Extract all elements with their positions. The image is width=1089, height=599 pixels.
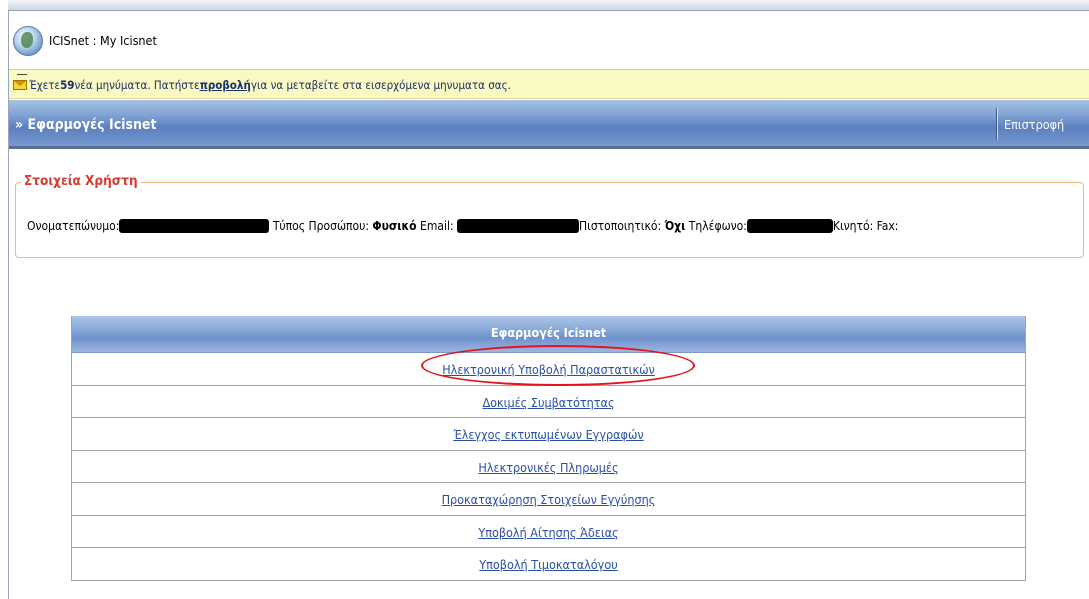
person-type-value: Φυσικό: [372, 219, 417, 233]
applications-table-header: Εφαρμογές Icisnet: [72, 316, 1025, 353]
app-link-guarantee-preregistration[interactable]: Προκαταχώρηση Στοιχείων Εγγύησης: [442, 492, 656, 507]
redacted-email: [457, 219, 580, 233]
back-button[interactable]: Επιστροφή: [1004, 117, 1064, 132]
certificate-value: Όχι: [664, 219, 686, 233]
mobile-label: Κινητό:: [832, 219, 874, 233]
table-row: Ηλεκτρονικές Πληρωμές: [72, 451, 1025, 483]
email-label: Email:: [420, 219, 454, 233]
table-row: Υποβολή Τιμοκαταλόγου: [72, 548, 1025, 581]
app-link-license-application[interactable]: Υποβολή Αίτησης Άδειας: [478, 525, 618, 540]
app-link-compatibility-tests[interactable]: Δοκιμές Συμβατότητας: [482, 395, 614, 410]
section-header: » Εφαρμογές Icisnet Επιστροφή: [9, 100, 1089, 149]
fax-label: Fax:: [876, 219, 899, 233]
redacted-name: [119, 219, 270, 233]
phone-label: Τηλέφωνο:: [688, 219, 747, 233]
messages-count: 59: [60, 78, 75, 92]
title-bar: ICISnet : My Icisnet: [9, 11, 1089, 70]
section-title: » Εφαρμογές Icisnet: [15, 117, 157, 133]
table-row: Προκαταχώρηση Στοιχείων Εγγύησης: [72, 483, 1025, 516]
person-type-label: Τύπος Προσώπου:: [272, 219, 369, 233]
table-row: Έλεγχος εκτυπωμένων Εγγραφών: [72, 418, 1025, 451]
new-messages-bar: Έχετε59νέα μηνύματα. Πατήστεπροβολήγια ν…: [9, 70, 1089, 99]
certificate-label: Πιστοποιητικό:: [579, 219, 662, 233]
messages-middle: νέα μηνύματα. Πατήστε: [74, 78, 200, 92]
header-divider: [997, 108, 998, 140]
globe-logo-icon: [13, 26, 43, 56]
app-link-electronic-submission[interactable]: Ηλεκτρονική Υποβολή Παραστατικών: [442, 362, 655, 377]
app-link-price-list-submission[interactable]: Υποβολή Τιμοκαταλόγου: [479, 557, 617, 572]
app-link-electronic-payments[interactable]: Ηλεκτρονικές Πληρωμές: [478, 460, 618, 475]
table-row: Υποβολή Αίτησης Άδειας: [72, 516, 1025, 548]
user-details-fieldset: Στοιχεία Χρήστη Ονοματεπώνυμο: Τύπος Προ…: [15, 173, 1084, 258]
page-title: ICISnet : My Icisnet: [49, 33, 157, 48]
user-details-legend: Στοιχεία Χρήστη: [21, 173, 141, 189]
messages-prefix: Έχετε: [29, 78, 61, 92]
name-label: Ονοματεπώνυμο:: [27, 219, 120, 233]
table-row: Ηλεκτρονική Υποβολή Παραστατικών: [72, 353, 1025, 386]
messages-notice: Έχετε59νέα μηνύματα. Πατήστεπροβολήγια ν…: [29, 78, 511, 92]
table-row: Δοκιμές Συμβατότητας: [72, 386, 1025, 418]
user-details-line: Ονοματεπώνυμο: Τύπος Προσώπου: Φυσικό Em…: [27, 219, 898, 233]
new-mail-envelope-icon[interactable]: [13, 74, 28, 90]
messages-suffix: για να μεταβείτε στα εισερχόμενα μηνυματ…: [250, 78, 511, 92]
app-link-printed-records-check[interactable]: Έλεγχος εκτυπωμένων Εγγραφών: [453, 427, 643, 442]
view-messages-link[interactable]: προβολή: [200, 78, 251, 92]
redacted-phone: [746, 219, 833, 233]
applications-table: Εφαρμογές Icisnet Ηλεκτρονική Υποβολή Πα…: [71, 316, 1026, 581]
window-top-band: [8, 0, 1089, 10]
